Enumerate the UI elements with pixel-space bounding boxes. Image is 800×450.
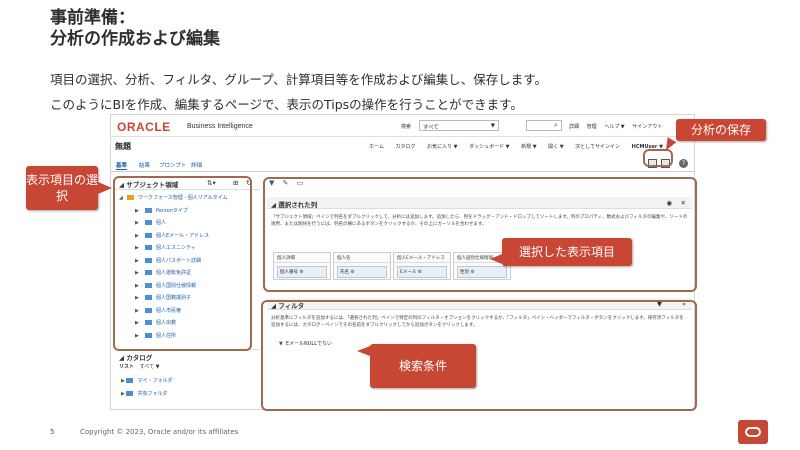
document-title: 無題	[115, 142, 131, 151]
catalog-header: ◢ カタログ	[115, 349, 260, 364]
top-bar: ORACLE Business Intelligence 検索 すべて ▼ ⌕ 詳…	[111, 115, 694, 137]
nav-catalog[interactable]: カタログ	[395, 144, 415, 150]
tab-advanced[interactable]: 詳細	[191, 161, 202, 169]
slide-title-line2: 分析の作成および編集	[50, 29, 220, 49]
tab-criteria[interactable]: 基準	[116, 161, 128, 170]
nav-favorites[interactable]: お気に入り ▼	[427, 144, 457, 150]
slide-description-2: このようにBIを作成、編集するページで、表示のTipsの操作を行うことができます…	[50, 97, 523, 112]
catalog-item[interactable]: ▶ 共有フォルダ	[121, 390, 167, 397]
slide-title: 事前準備： 分析の作成および編集	[50, 8, 220, 50]
top-link-help[interactable]: ヘルプ ▼	[604, 124, 624, 130]
top-link-admin[interactable]: 管理	[587, 124, 597, 130]
callout-filter: 検索条件	[370, 344, 476, 388]
oracle-ring-icon	[745, 427, 761, 437]
tab-prompts[interactable]: プロンプト	[159, 161, 186, 169]
callout-save: 分析の保存	[676, 119, 766, 141]
highlight-selected-columns	[263, 177, 697, 292]
callout-selected-pointer	[490, 254, 502, 264]
nav-dashboards[interactable]: ダッシュボード ▼	[469, 144, 509, 150]
search-scope-select[interactable]: すべて ▼	[419, 120, 499, 131]
tab-bar: 基準 結果 プロンプト 詳細 ?	[111, 156, 694, 172]
slide-title-line1: 事前準備：	[50, 8, 135, 28]
nav-new[interactable]: 新規 ▼	[521, 144, 536, 150]
search-icon[interactable]: ⌕	[554, 121, 558, 130]
copyright: Copyright © 2023, Oracle and/or its affi…	[80, 428, 239, 436]
nav-links: ホーム カタログ お気に入り ▼ ダッシュボード ▼ 新規 ▼ 開く ▼ 次とし…	[369, 143, 673, 150]
callout-subject-pointer	[98, 182, 112, 194]
tab-results[interactable]: 結果	[139, 161, 150, 169]
catalog-list-filter: リスト すべて ▼	[119, 363, 160, 370]
second-bar: 無題 ホーム カタログ お気に入り ▼ ダッシュボード ▼ 新規 ▼ 開く ▼ …	[111, 138, 694, 156]
catalog-list-select[interactable]: すべて ▼	[140, 364, 160, 370]
top-link-detail[interactable]: 詳細	[569, 124, 579, 130]
folder-icon	[126, 391, 134, 396]
highlight-subject-area	[113, 176, 252, 351]
catalog-item[interactable]: ▶ マイ・フォルダ	[121, 377, 172, 384]
nav-open[interactable]: 開く ▼	[548, 144, 563, 150]
help-icon[interactable]: ?	[679, 159, 688, 168]
page-number: 5	[50, 428, 55, 436]
nav-home[interactable]: ホーム	[369, 144, 384, 150]
catalog-list-label: リスト	[119, 364, 135, 370]
oracle-logo: ORACLE	[117, 120, 171, 134]
slide-description-1: 項目の選択、分析、フィルタ、グループ、計算項目等を作成および編集し、保存します。	[50, 72, 548, 87]
nav-signed-in-as: 次としてサインイン	[575, 144, 621, 150]
top-link-signout[interactable]: サインアウト	[632, 124, 662, 130]
folder-icon	[126, 378, 134, 383]
product-name: Business Intelligence	[187, 123, 253, 130]
callout-selected: 選択した表示項目	[502, 238, 632, 266]
highlight-filters	[261, 300, 697, 411]
search-label: 検索	[401, 124, 412, 130]
callout-subject: 表示項目の選択	[26, 166, 98, 210]
callout-filter-pointer	[357, 346, 370, 356]
top-links: 詳細 管理 ヘルプ ▼ サインアウト	[569, 123, 668, 130]
